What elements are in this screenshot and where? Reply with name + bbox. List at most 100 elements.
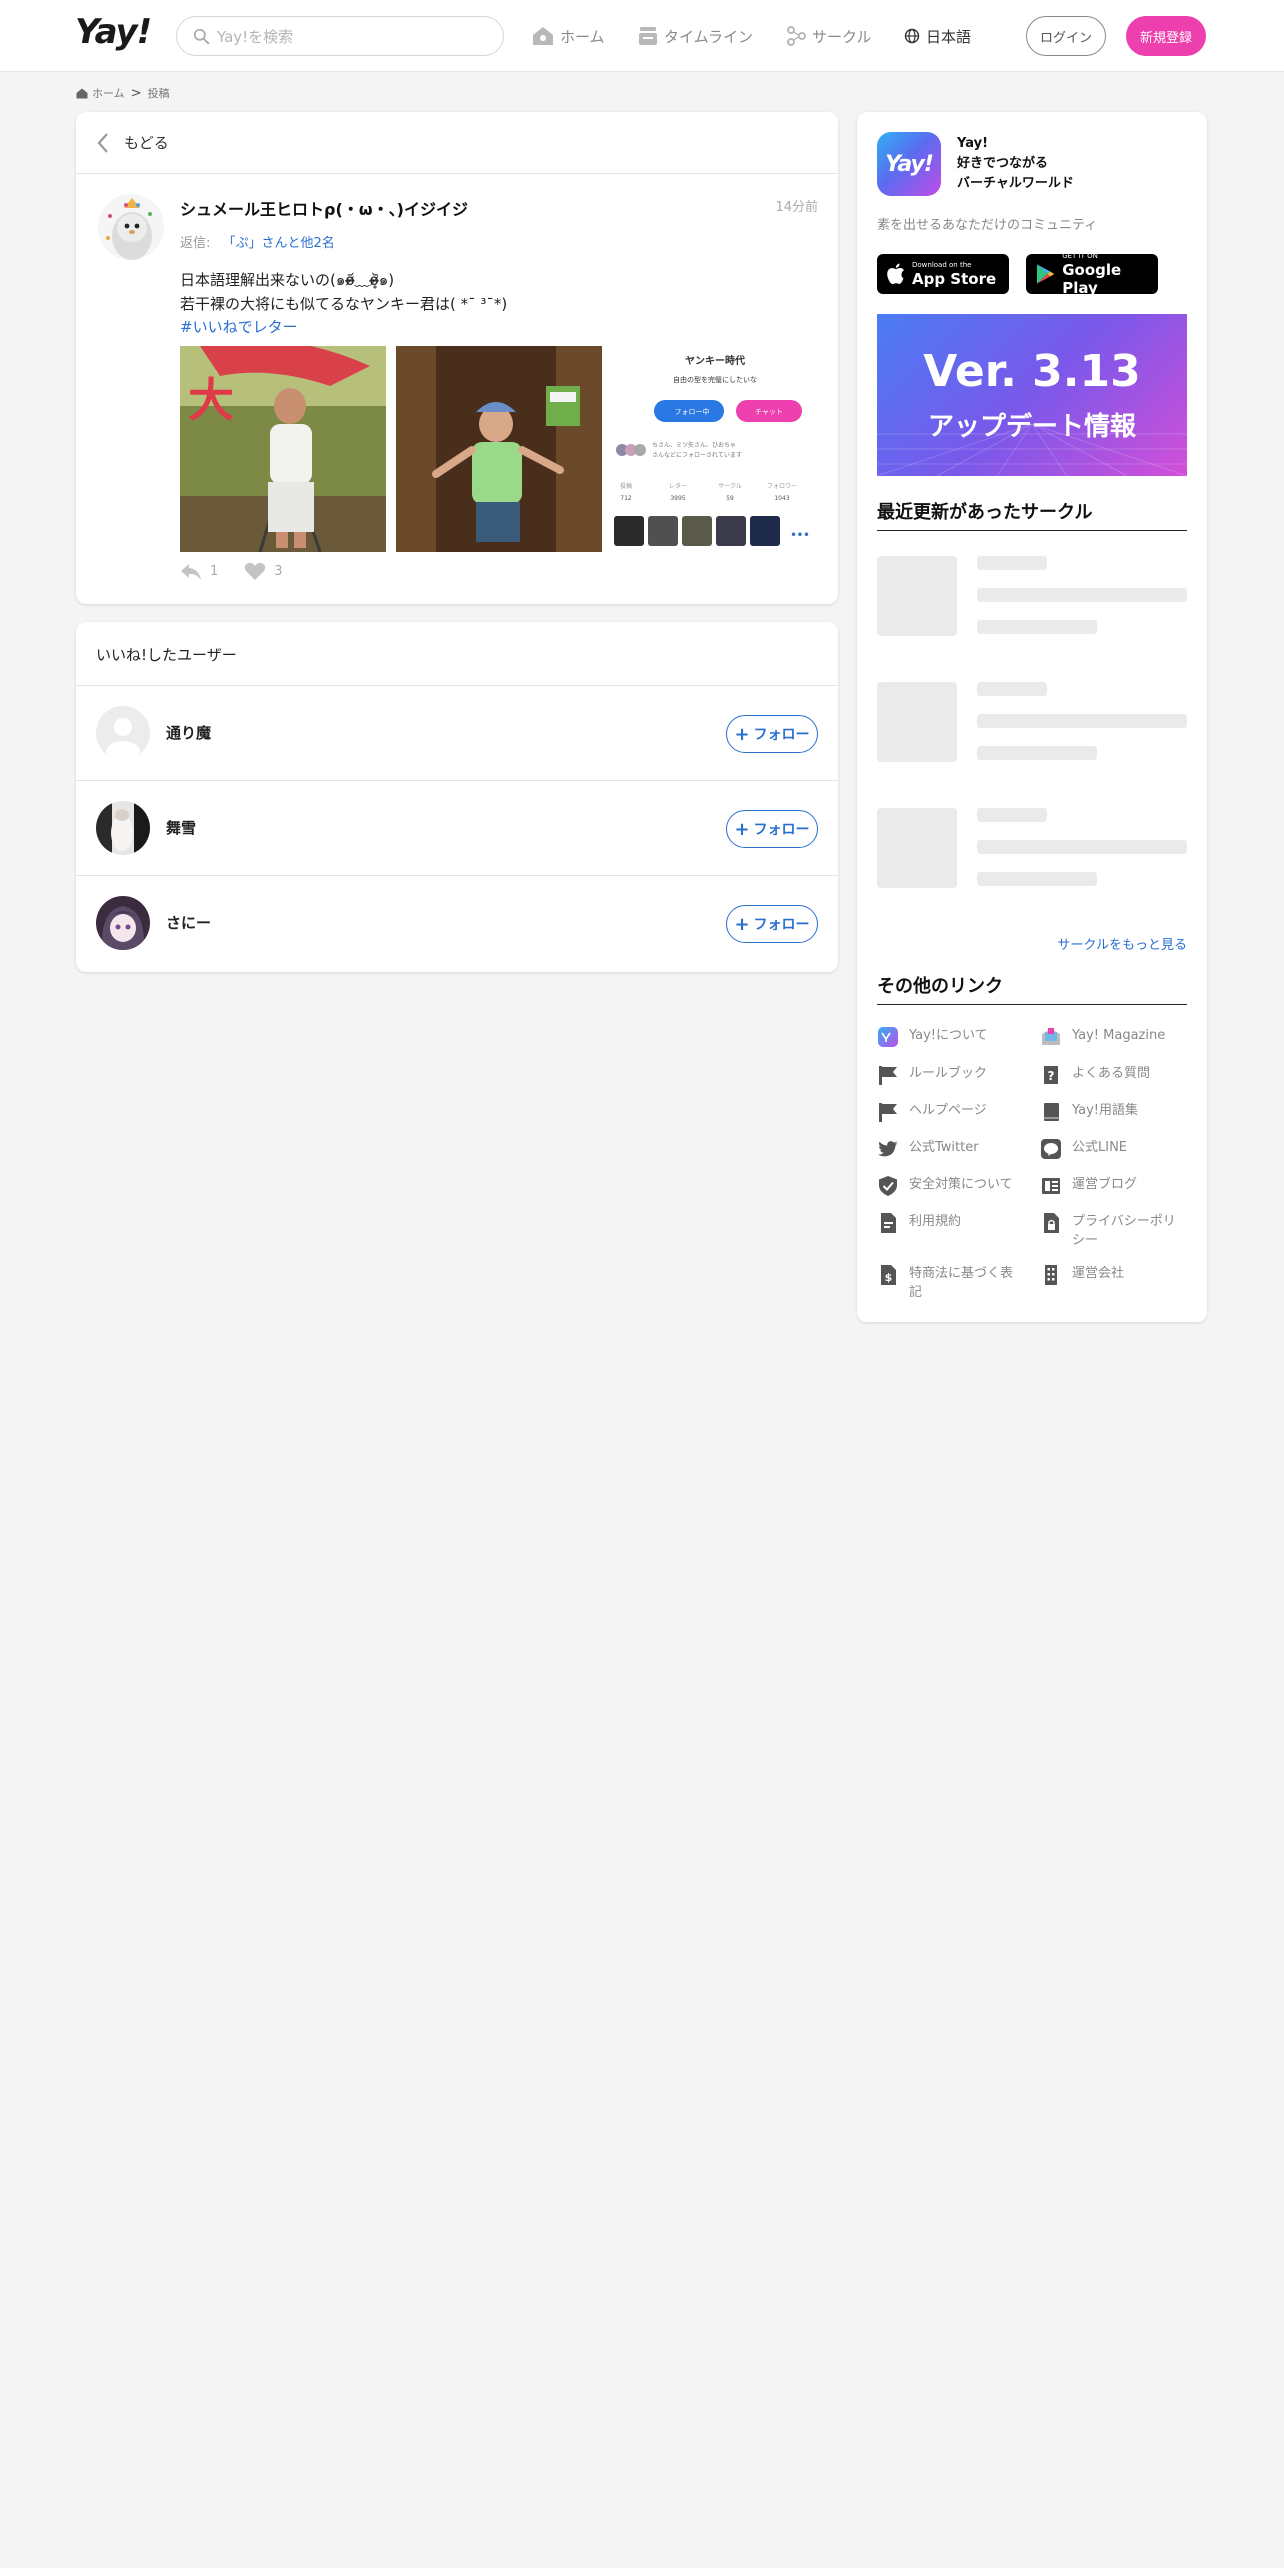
app-store-button[interactable]: Download on the App Store xyxy=(877,254,1009,294)
link-help[interactable]: ヘルプページ xyxy=(877,1101,1017,1123)
reply-prefix: 返信: xyxy=(180,236,211,251)
link-label: プライバシーポリシー xyxy=(1072,1214,1176,1248)
other-links-title: その他のリンク xyxy=(877,972,1187,1005)
link-glossary[interactable]: Yay!用語集 xyxy=(1040,1101,1180,1123)
link-commercial-law[interactable]: $ 特商法に基づく表記 xyxy=(877,1264,1017,1302)
nav-circle-label: サークル xyxy=(812,27,872,46)
link-blog[interactable]: 運営ブログ xyxy=(1040,1175,1180,1197)
follow-button[interactable]: + フォロー xyxy=(726,810,818,848)
googleplay-small-text: GET IT ON xyxy=(1062,251,1098,260)
post-image[interactable]: 大 xyxy=(180,346,386,552)
post-author-avatar[interactable] xyxy=(98,194,164,260)
search-box[interactable] xyxy=(176,16,504,56)
link-safety[interactable]: 安全対策について xyxy=(877,1175,1017,1197)
language-label: 日本語 xyxy=(926,27,972,46)
liked-user-row[interactable]: 舞雪 + フォロー xyxy=(76,781,838,876)
nav-home[interactable]: ホーム xyxy=(532,22,605,50)
link-rulebook[interactable]: ルールブック xyxy=(877,1064,1017,1086)
man-on-railway-photo: 大 xyxy=(180,346,386,552)
skeleton-bar xyxy=(977,682,1047,696)
user-photo-avatar xyxy=(96,801,150,855)
yay-logo[interactable]: Yay! xyxy=(75,12,152,52)
home-icon xyxy=(76,88,88,98)
login-button[interactable]: ログイン xyxy=(1026,16,1106,56)
skeleton-thumb xyxy=(877,808,957,888)
liked-user-name[interactable]: 舞雪 xyxy=(166,817,196,838)
back-row[interactable]: もどる xyxy=(76,112,838,174)
nav-timeline[interactable]: タイムライン xyxy=(638,22,753,50)
liked-user-row[interactable]: 通り魔 + フォロー xyxy=(76,686,838,781)
post-image[interactable]: ヤンキー時代 自由の型を完璧にしたいな フォロー中 チャット ちさん、ミツ矢さん… xyxy=(612,346,818,552)
chevron-left-icon[interactable] xyxy=(96,132,110,154)
like-action[interactable]: 3 xyxy=(244,562,283,581)
skeleton-bar xyxy=(977,808,1047,822)
back-label[interactable]: もどる xyxy=(124,132,169,153)
apple-icon xyxy=(887,263,904,285)
question-icon: ? xyxy=(1044,1066,1058,1084)
reply-action[interactable]: 1 xyxy=(180,563,218,581)
link-privacy[interactable]: プライバシーポリシー xyxy=(1040,1212,1180,1250)
link-twitter[interactable]: 公式Twitter xyxy=(877,1138,1017,1160)
more-circles-link[interactable]: サークルをもっと見る xyxy=(1057,934,1187,953)
skeleton-bar xyxy=(977,746,1097,760)
avatar[interactable] xyxy=(96,801,150,855)
document-icon xyxy=(881,1213,896,1233)
link-label: ルールブック xyxy=(909,1066,988,1081)
plus-icon: + xyxy=(734,913,750,935)
sidebar-card: Yay! Yay! 好きでつながる バーチャルワールド 素を出せるあなただけのコ… xyxy=(857,112,1207,1322)
follow-button[interactable]: + フォロー xyxy=(726,715,818,753)
search-input[interactable] xyxy=(217,25,487,49)
flag-icon xyxy=(879,1103,897,1122)
avatar[interactable] xyxy=(96,706,150,760)
link-line[interactable]: 公式LINE xyxy=(1040,1138,1180,1160)
skeleton-thumb xyxy=(877,682,957,762)
globe-icon xyxy=(904,28,920,44)
screenshot-stat-value: 59 xyxy=(726,495,734,502)
update-banner[interactable]: Ver. 3.13 アップデート情報 xyxy=(877,314,1187,476)
reply-to-link[interactable]: 「ぷ」さんと他2名 xyxy=(223,236,335,251)
magazine-icon xyxy=(1042,1028,1060,1045)
skeleton-bar xyxy=(977,872,1097,886)
nav-circle[interactable]: サークル xyxy=(786,22,872,50)
hashtag-link[interactable]: #いいねでレター xyxy=(180,316,298,337)
link-label: Yay!について xyxy=(909,1028,988,1043)
breadcrumb-home[interactable]: ホーム xyxy=(92,85,125,101)
google-play-button[interactable]: GET IT ON Google Play xyxy=(1026,251,1158,297)
likes-title: いいね!したユーザー xyxy=(76,622,838,686)
screenshot-stat-label: サークル xyxy=(718,483,742,490)
yay-app-icon[interactable]: Yay! xyxy=(877,132,941,196)
screenshot-followers-note: ちさん、ミツ矢さん、ひおちゃ xyxy=(652,441,736,449)
post-author-name[interactable]: シュメール王ヒロトρ(・ω・、)イジイジ xyxy=(180,196,468,220)
screenshot-followers-note: さんなどにフォローされています xyxy=(652,451,742,459)
circle-skeleton xyxy=(877,682,1187,764)
screenshot-stat-value: 712 xyxy=(620,495,632,502)
link-label: ヘルプページ xyxy=(909,1103,987,1118)
avatar[interactable] xyxy=(96,896,150,950)
language-selector[interactable]: 日本語 xyxy=(904,22,971,50)
liked-user-name[interactable]: 通り魔 xyxy=(166,722,211,743)
signup-button[interactable]: 新規登録 xyxy=(1126,16,1206,56)
link-faq[interactable]: ? よくある質問 xyxy=(1040,1064,1180,1086)
plus-icon: + xyxy=(734,723,750,745)
link-about-yay[interactable]: Yay!について xyxy=(877,1026,1017,1048)
link-terms[interactable]: 利用規約 xyxy=(877,1212,1017,1234)
liked-user-row[interactable]: さにー + フォロー xyxy=(76,876,838,971)
screenshot-stat-label: フォロワー xyxy=(767,483,797,490)
circle-icon xyxy=(787,26,806,46)
link-yay-magazine[interactable]: Yay! Magazine xyxy=(1040,1026,1180,1048)
circle-skeleton xyxy=(877,808,1187,890)
breadcrumb-current: 投稿 xyxy=(147,87,170,100)
screenshot-profile-name: ヤンキー時代 xyxy=(685,354,745,367)
follow-button[interactable]: + フォロー xyxy=(726,905,818,943)
post-image[interactable] xyxy=(396,346,602,552)
screenshot-stat-label: 投稿 xyxy=(620,482,632,490)
link-label: よくある質問 xyxy=(1072,1066,1151,1081)
banner-version: Ver. 3.13 xyxy=(923,346,1141,397)
reply-info: 返信: 「ぷ」さんと他2名 xyxy=(180,232,335,251)
heart-icon xyxy=(245,562,266,580)
link-company[interactable]: 運営会社 xyxy=(1040,1264,1180,1286)
banner-update-text: アップデート情報 xyxy=(927,412,1136,442)
liked-user-name[interactable]: さにー xyxy=(166,912,211,933)
svg-text:$: $ xyxy=(885,1271,893,1284)
post-text-line: 若干裸の大将にも似てるなヤンキー君は( *¯ ³¯*) xyxy=(180,295,508,313)
